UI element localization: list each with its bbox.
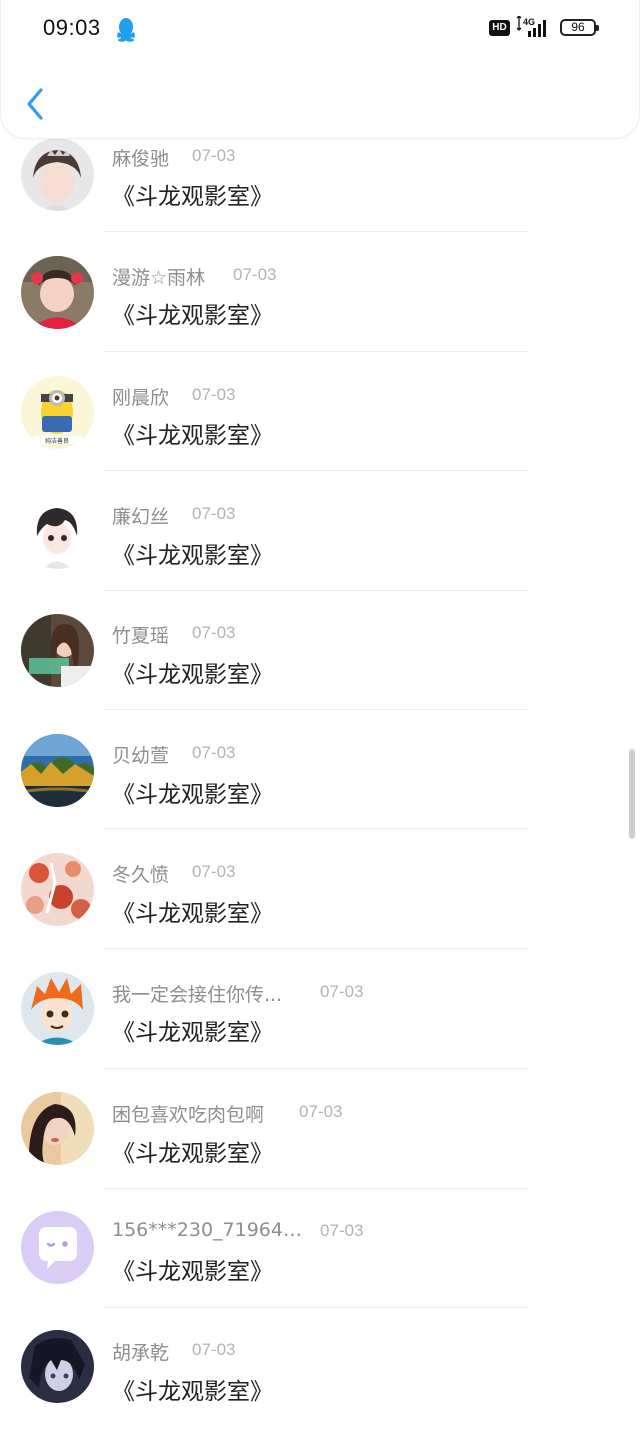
list-item[interactable]: 麻俊驰 07-03 《斗龙观影室》 [0,132,640,251]
message-date: 07-03 [192,743,236,762]
contact-name: 漫游☆雨林 [112,267,206,289]
contact-name: 廉幻丝 [112,506,170,528]
message-date: 07-03 [233,265,277,284]
avatar[interactable] [21,1211,94,1284]
message-date: 07-03 [192,385,236,404]
divider [104,1188,528,1189]
network-label: 4G [523,17,535,27]
contact-name: 刚晨欣 [112,387,170,409]
divider [104,828,528,829]
message-list: 麻俊驰 07-03 《斗龙观影室》 漫游☆雨林 07-03 《斗龙观影室》 纯洁… [0,0,640,1422]
avatar[interactable]: 纯洁善良 [21,376,94,449]
back-arrow-icon[interactable] [23,86,49,122]
divider [104,351,528,352]
divider [104,709,528,710]
message-preview: 《斗龙观影室》 [112,662,273,688]
message-date: 07-03 [320,982,364,1001]
contact-name: 冬久愤 [112,864,170,886]
list-item[interactable]: 我一定会接住你传... 07-03 《斗龙观影室》 [0,969,640,1088]
message-preview: 《斗龙观影室》 [112,543,273,569]
avatar-anime-boy-image [21,496,94,569]
divider [104,1307,528,1308]
message-preview: 《斗龙观影室》 [112,1020,273,1046]
qq-icon [117,18,135,42]
avatar[interactable] [21,853,94,926]
message-preview: 《斗龙观影室》 [112,1259,273,1285]
contact-name: 困包喜欢吃肉包啊 [112,1104,265,1126]
message-preview: 《斗龙观影室》 [112,303,273,329]
list-item[interactable]: 漫游☆雨林 07-03 《斗龙观影室》 [0,252,640,371]
list-item[interactable]: 贝幼萱 07-03 《斗龙观影室》 [0,730,640,849]
list-item[interactable]: 纯洁善良 刚晨欣 07-03 《斗龙观影室》 [0,372,640,491]
list-item[interactable]: 冬久愤 07-03 《斗龙观影室》 [0,850,640,969]
message-date: 07-03 [192,1340,236,1359]
divider [104,1068,528,1069]
avatar-landscape-image [21,734,94,807]
contact-name: 胡承乾 [112,1342,170,1364]
avatar-anime-dark-hair-image [21,1330,94,1403]
contact-name: 156***230_719642... [112,1219,312,1241]
avatar[interactable] [21,972,94,1045]
avatar[interactable] [21,734,94,807]
message-preview: 《斗龙观影室》 [112,1379,273,1405]
message-preview: 《斗龙观影室》 [112,782,273,808]
contact-name: 麻俊驰 [112,148,170,170]
avatar-girl-image [21,614,94,687]
signal-icon: 4G [516,16,546,37]
list-item[interactable]: 困包喜欢吃肉包啊 07-03 《斗龙观影室》 [0,1089,640,1208]
avatar[interactable] [21,1092,94,1165]
avatar[interactable] [21,1330,94,1403]
divider [104,590,528,591]
chat-bubble-icon [21,1211,94,1284]
avatar[interactable] [21,256,94,329]
contact-name: 贝幼萱 [112,745,170,767]
message-date: 07-03 [192,504,236,523]
message-date: 07-03 [320,1221,364,1240]
avatar-baby-image [21,256,94,329]
message-date: 07-03 [192,146,236,165]
list-item[interactable]: 156***230_719642... 07-03 《斗龙观影室》 [0,1208,640,1327]
avatar-girl-portrait-image [21,1092,94,1165]
message-preview: 《斗龙观影室》 [112,423,273,449]
scrollbar[interactable] [629,749,635,839]
status-time: 09:03 [43,15,101,40]
message-preview: 《斗龙观影室》 [112,901,273,927]
contact-name: 我一定会接住你传... [112,984,283,1006]
avatar-minion-image: 纯洁善良 [21,376,94,449]
avatar-girl-crown-image [21,138,94,211]
list-item[interactable]: 胡承乾 07-03 《斗龙观影室》 [0,1328,640,1447]
divider [104,470,528,471]
message-date: 07-03 [192,623,236,642]
message-preview: 《斗龙观影室》 [112,1141,273,1167]
divider [104,948,528,949]
avatar-anime-orange-hair-image [21,972,94,1045]
contact-name: 竹夏瑶 [112,625,170,647]
avatar-floral-art-image [21,853,94,926]
list-item[interactable]: 廉幻丝 07-03 《斗龙观影室》 [0,491,640,610]
message-date: 07-03 [192,862,236,881]
message-date: 07-03 [299,1102,343,1121]
list-item[interactable]: 竹夏瑶 07-03 《斗龙观影室》 [0,611,640,730]
hd-badge: HD [489,20,510,36]
top-bar: 09:03 HD 4G 96 [0,0,640,139]
message-preview: 《斗龙观影室》 [112,184,273,210]
divider [104,231,528,232]
svg-text:纯洁善良: 纯洁善良 [45,437,69,445]
avatar[interactable] [21,138,94,211]
avatar[interactable] [21,496,94,569]
battery-indicator: 96 [560,19,599,36]
avatar[interactable] [21,614,94,687]
